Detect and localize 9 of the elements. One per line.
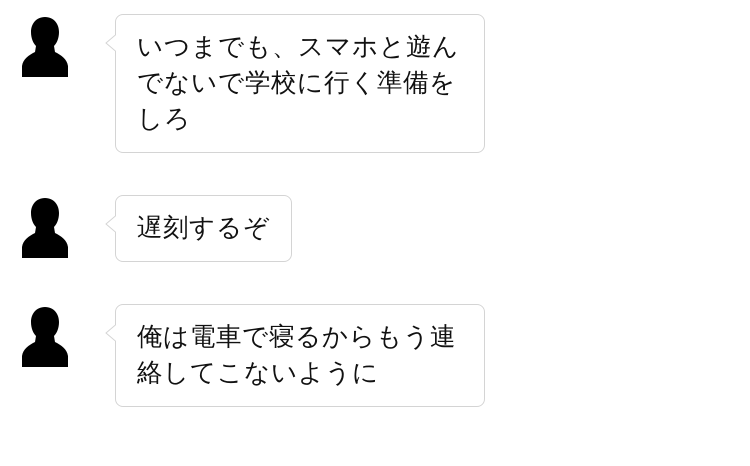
bubble-tail	[105, 34, 116, 52]
person-silhouette-icon	[22, 196, 68, 258]
person-silhouette-icon	[22, 15, 68, 77]
person-silhouette-icon	[22, 305, 68, 367]
message-bubble: いつまでも、スマホと遊んでないで学校に行く準備をしろ	[115, 14, 485, 153]
message-bubble: 遅刻するぞ	[115, 195, 292, 262]
bubble-tail	[105, 324, 116, 342]
bubble-tail	[105, 215, 116, 233]
message-bubble: 俺は電車で寝るからもう連絡してこないように	[115, 304, 485, 407]
